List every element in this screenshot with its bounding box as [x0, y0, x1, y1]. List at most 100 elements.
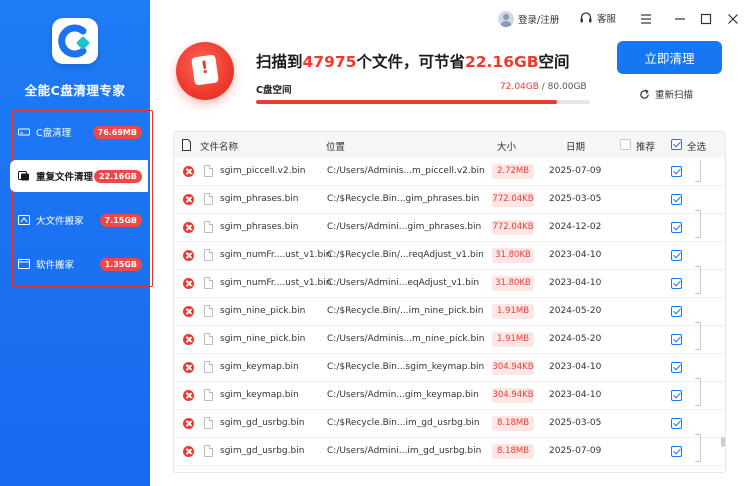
- header-name[interactable]: 文件名称: [200, 139, 238, 153]
- table-row: sgim_keymap.bin C:/Users/Admin...gim_keym…: [174, 382, 725, 410]
- row-checkbox[interactable]: [671, 418, 682, 429]
- file-path: C:/$Recycle.Bin...sgim_keymap.bin: [327, 362, 485, 372]
- file-icon: [204, 417, 213, 429]
- remove-icon[interactable]: [183, 418, 194, 429]
- row-checkbox[interactable]: [671, 390, 682, 401]
- row-checkbox[interactable]: [671, 250, 682, 261]
- duplicate-file-table: 文件名称 位置 大小 日期 推荐 全选 sgim_piccell.v2.bin C…: [173, 131, 726, 473]
- file-path: C:/Users/Adminis...m_piccell.v2.bin: [327, 166, 485, 176]
- row-checkbox[interactable]: [671, 194, 682, 205]
- remove-icon[interactable]: [183, 250, 194, 261]
- login-label: 登录/注册: [518, 15, 560, 26]
- file-name: sgim_phrases.bin: [220, 194, 299, 204]
- file-name: sgim_keymap.bin: [220, 362, 299, 372]
- file-size-badge: 1.91MB: [492, 332, 534, 347]
- table-row: sgim_numFr....ust_v1.bin C:/Users/Admini.…: [174, 270, 725, 298]
- scan-prefix: 扫描到: [256, 53, 303, 71]
- file-path: C:/Users/Admini...eqAdjust_v1.bin: [327, 278, 480, 288]
- file-date: 2025-07-09: [549, 166, 602, 176]
- file-size-badge: 772.04KB: [492, 192, 534, 207]
- group-bracket: [695, 210, 701, 238]
- table-row: sgim_keymap.bin C:/$Recycle.Bin...sgim_ke…: [174, 354, 725, 382]
- customer-service-button[interactable]: 客服: [579, 11, 616, 25]
- header-path[interactable]: 位置: [326, 139, 345, 153]
- minimize-icon[interactable]: [673, 12, 687, 26]
- remove-icon[interactable]: [183, 166, 194, 177]
- table-row: sgim_numFr....ust_v1.bin C:/$Recycle.Bin/…: [174, 242, 725, 270]
- recommend-checkbox[interactable]: [620, 139, 631, 150]
- table-row: sgim_phrases.bin C:/Users/Admini...gim_ph…: [174, 214, 725, 242]
- sidebar-item-c-drive-clean[interactable]: C盘清理 76.69MB: [10, 116, 148, 148]
- size-badge: 1.35GB: [99, 257, 142, 271]
- row-checkbox[interactable]: [671, 306, 682, 317]
- select-all-checkbox[interactable]: [671, 139, 682, 150]
- file-icon: [204, 361, 213, 373]
- group-bracket: [695, 322, 701, 350]
- table-row: sgim_gd_usrbg.bin C:/$Recycle.Bin...im_gd…: [174, 410, 725, 438]
- file-name: sgim_keymap.bin: [220, 390, 299, 400]
- drive-icon: [18, 128, 30, 136]
- file-date: 2023-04-10: [549, 250, 602, 260]
- remove-icon[interactable]: [183, 222, 194, 233]
- remove-icon[interactable]: [183, 334, 194, 345]
- file-date: 2025-03-05: [549, 418, 602, 428]
- row-checkbox[interactable]: [671, 334, 682, 345]
- login-link[interactable]: 登录/注册: [498, 11, 559, 27]
- rescan-button[interactable]: 重新扫描: [639, 87, 693, 101]
- remove-icon[interactable]: [183, 390, 194, 401]
- file-name: sgim_nine_pick.bin: [220, 306, 306, 316]
- file-size-badge: 772.04KB: [492, 220, 534, 235]
- close-icon[interactable]: [726, 12, 740, 26]
- file-size-badge: 31.80KB: [492, 276, 534, 291]
- clean-now-button[interactable]: 立即清理: [617, 41, 722, 74]
- disk-usage-fill: [256, 100, 557, 104]
- scan-count: 47975: [302, 53, 357, 71]
- file-name: sgim_numFr....ust_v1.bin: [220, 278, 332, 288]
- refresh-icon: [640, 88, 649, 99]
- header-select-all: 全选: [687, 142, 707, 153]
- file-path: C:/$Recycle.Bin/...reqAdjust_v1.bin: [327, 250, 484, 260]
- file-path: C:/$Recycle.Bin...gim_phrases.bin: [327, 194, 480, 204]
- rescan-label: 重新扫描: [655, 90, 694, 101]
- file-icon: [204, 165, 213, 177]
- row-checkbox[interactable]: [671, 166, 682, 177]
- file-date: 2023-04-10: [549, 390, 602, 400]
- remove-icon[interactable]: [183, 362, 194, 373]
- file-name: sgim_phrases.bin: [220, 222, 299, 232]
- group-bracket: [695, 378, 701, 406]
- file-name: sgim_gd_usrbg.bin: [220, 446, 305, 456]
- app-name: 全能C盘清理专家: [24, 83, 126, 98]
- remove-icon[interactable]: [183, 278, 194, 289]
- header-size[interactable]: 大小: [497, 139, 516, 153]
- size-badge: 22.16GB: [94, 169, 142, 183]
- maximize-icon[interactable]: [699, 12, 713, 26]
- sidebar-item-duplicate-clean[interactable]: 重复文件清理 22.16GB: [10, 160, 148, 192]
- row-checkbox[interactable]: [671, 278, 682, 289]
- row-checkbox[interactable]: [671, 222, 682, 233]
- header-date[interactable]: 日期: [566, 139, 585, 153]
- table-row: sgim_phrases.bin C:/$Recycle.Bin...gim_ph…: [174, 186, 725, 214]
- avatar: [498, 11, 514, 27]
- remove-icon[interactable]: [183, 306, 194, 317]
- app-logo: [52, 18, 98, 64]
- size-badge: 7.15GB: [99, 213, 142, 227]
- row-checkbox[interactable]: [671, 446, 682, 457]
- remove-icon[interactable]: [183, 194, 194, 205]
- sidebar-item-label: 重复文件清理: [36, 172, 94, 183]
- sidebar-item-large-file-move[interactable]: 大文件搬家 7.15GB: [10, 204, 148, 236]
- sidebar-item-software-move[interactable]: 软件搬家 1.35GB: [10, 248, 148, 280]
- table-row: sgim_piccell.v2.bin C:/Users/Adminis...m_…: [174, 158, 725, 186]
- file-icon: [204, 389, 213, 401]
- file-icon: [204, 277, 213, 289]
- table-row: sgim_gd_usrbg.bin C:/Users/Admini...im_gd…: [174, 438, 725, 466]
- row-checkbox[interactable]: [671, 362, 682, 373]
- file-icon: [204, 305, 213, 317]
- menu-icon[interactable]: [639, 12, 653, 26]
- remove-icon[interactable]: [183, 446, 194, 457]
- file-date: 2023-04-10: [549, 278, 602, 288]
- disk-space-label: C盘空间: [256, 85, 292, 96]
- warning-icon: [176, 42, 234, 100]
- scrollbar-thumb[interactable]: [721, 437, 725, 447]
- sidebar: 全能C盘清理专家 C盘清理 76.69MB 重复文件清理 22.16GB 大文件…: [0, 0, 153, 486]
- file-size-badge: 304.94KB: [492, 360, 534, 375]
